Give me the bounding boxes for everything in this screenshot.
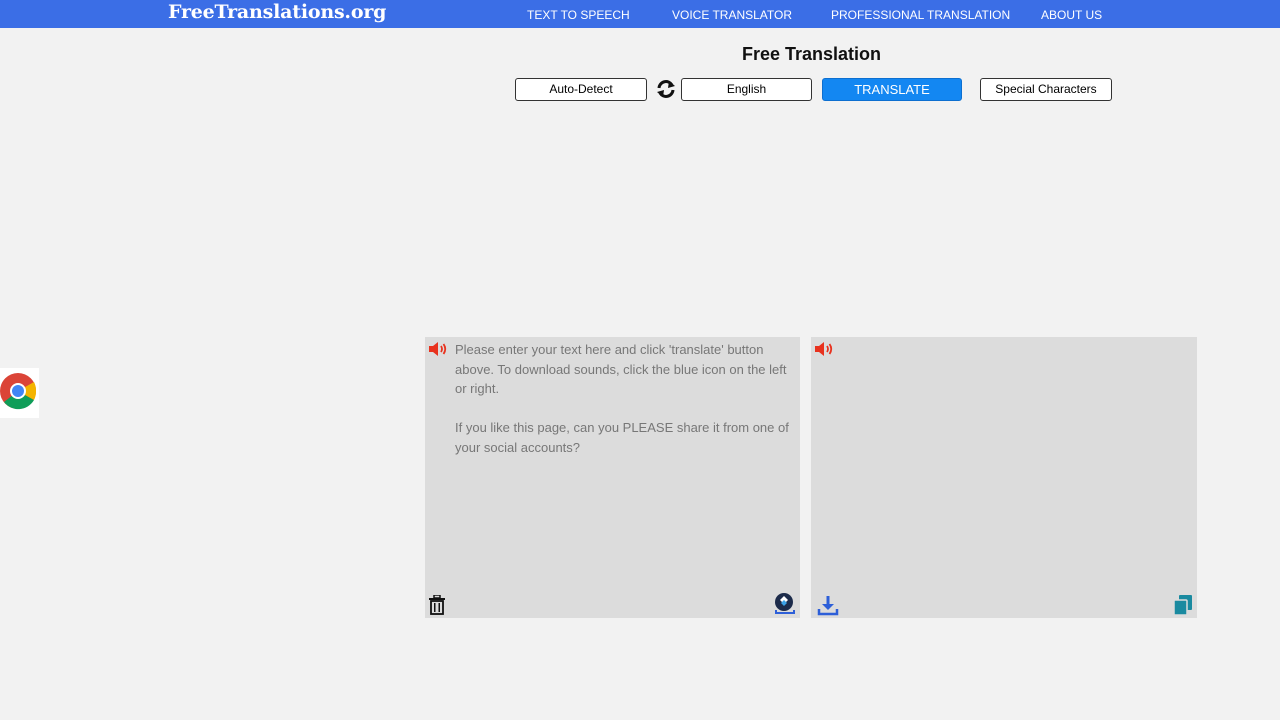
trash-icon[interactable] (429, 594, 445, 615)
target-language-select[interactable]: English (681, 78, 812, 101)
download-icon[interactable] (817, 595, 839, 616)
speaker-icon[interactable] (814, 341, 836, 357)
nav-professional-translation[interactable]: PROFESSIONAL TRANSLATION (831, 0, 1010, 28)
source-language-select[interactable]: Auto-Detect (515, 78, 647, 101)
top-nav-bar: FreeTranslations.org TEXT TO SPEECH VOIC… (0, 0, 1280, 28)
special-characters-button[interactable]: Special Characters (980, 78, 1112, 101)
copy-icon[interactable] (1173, 594, 1193, 616)
translate-button[interactable]: TRANSLATE (822, 78, 962, 101)
source-text-pane[interactable]: Please enter your text here and click 't… (425, 337, 800, 618)
chrome-logo-icon (0, 373, 37, 410)
site-logo[interactable]: FreeTranslations.org (168, 0, 386, 24)
nav-about-us[interactable]: ABOUT US (1041, 0, 1102, 28)
source-text-placeholder[interactable]: Please enter your text here and click 't… (455, 340, 795, 457)
page-title: Free Translation (741, 44, 882, 64)
translation-output-pane[interactable] (811, 337, 1197, 618)
nav-voice-translator[interactable]: VOICE TRANSLATOR (672, 0, 792, 28)
chrome-extension-badge[interactable] (0, 368, 39, 418)
swap-arrows-icon[interactable] (655, 78, 677, 100)
speaker-icon[interactable] (428, 341, 450, 357)
download-app-icon[interactable] (774, 593, 796, 615)
nav-text-to-speech[interactable]: TEXT TO SPEECH (527, 0, 630, 28)
